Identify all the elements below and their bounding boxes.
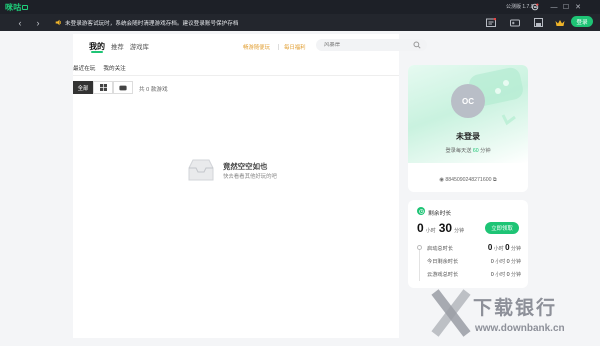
filter-all[interactable]: 全部 bbox=[73, 81, 93, 94]
desc-minutes: 60 bbox=[472, 148, 479, 154]
window-controls: — ☐ ✕ bbox=[548, 0, 584, 14]
close-button[interactable]: ✕ bbox=[572, 0, 584, 14]
claim-button[interactable]: 立即领取 bbox=[485, 222, 519, 234]
search-box[interactable] bbox=[316, 39, 427, 51]
maximize-button[interactable]: ☐ bbox=[560, 0, 572, 14]
forward-button[interactable]: › bbox=[32, 14, 44, 31]
empty-subtitle: 快去看看其他好玩的吧 bbox=[223, 174, 277, 180]
message-icon[interactable] bbox=[485, 17, 497, 28]
tab-library[interactable]: 游戏库 bbox=[130, 42, 149, 51]
filter-console-icon[interactable] bbox=[113, 81, 133, 94]
crown-icon[interactable] bbox=[554, 17, 566, 28]
search-input[interactable] bbox=[324, 42, 404, 48]
watermark-text: 下载银行 bbox=[473, 298, 558, 319]
avatar[interactable]: OC bbox=[451, 84, 485, 118]
gamepad-icon[interactable] bbox=[509, 17, 521, 28]
minutes-unit: 分钟 bbox=[454, 228, 465, 234]
watermark-url: www.downbank.cn bbox=[475, 323, 565, 334]
desc-prefix: 登录每天送 bbox=[445, 148, 472, 154]
time-row-total: 启动总时长 0 小时 0 分钟 bbox=[427, 243, 521, 252]
tab-mine-label: 我的 bbox=[89, 42, 105, 51]
user-id-text: 8845090248271600 bbox=[445, 177, 492, 183]
watermark-logo-icon bbox=[431, 289, 471, 337]
subtab-recent[interactable]: 最近在玩 bbox=[73, 64, 95, 72]
tab-recommend[interactable]: 推荐 bbox=[111, 42, 124, 51]
tab-mine[interactable]: 我的 bbox=[89, 41, 105, 53]
empty-box-icon bbox=[188, 159, 214, 181]
game-count: 共 0 款游戏 bbox=[139, 87, 168, 93]
logo-box-icon bbox=[22, 4, 29, 10]
time-card: 剩余时长 0 小时 30 分钟 立即领取 启动总时长 0 小时 0 分钟 今日剩… bbox=[408, 200, 528, 288]
remaining-hours: 0 bbox=[417, 221, 424, 235]
app-logo: 咪咕 bbox=[5, 2, 29, 13]
remaining-minutes: 30 bbox=[438, 221, 453, 235]
row-value: 0 小时 0 分钟 bbox=[487, 243, 521, 252]
speaker-icon bbox=[55, 19, 62, 26]
remaining-time: 0 小时 30 分钟 bbox=[417, 221, 467, 235]
app-logo-text: 咪咕 bbox=[5, 2, 22, 12]
profile-desc: 登录每天送 60 分钟 bbox=[408, 147, 528, 154]
promo-divider bbox=[278, 44, 279, 50]
save-icon[interactable] bbox=[532, 17, 544, 28]
timeline-dot bbox=[417, 245, 422, 250]
id-icon: ◉ bbox=[439, 177, 444, 183]
sub-tabs: 最近在玩 我的关注 bbox=[73, 62, 399, 74]
my-games-panel: 我的 推荐 游戏库 畅游随便玩 每日福利 最近在玩 我的关注 全部 共 bbox=[73, 34, 427, 338]
time-row-today: 今日剩余时长 0 小时 0 分钟 bbox=[427, 258, 521, 265]
tab-active-indicator bbox=[91, 51, 103, 53]
minimize-button[interactable]: — bbox=[548, 0, 560, 14]
time-row-cloud: 云游戏总时长 0 小时 0 分钟 bbox=[427, 271, 521, 278]
row-value: 0 小时 0 分钟 bbox=[490, 259, 521, 265]
empty-title: 竟然空空如也 bbox=[223, 162, 268, 171]
copy-icon[interactable]: ⧉ bbox=[493, 177, 497, 183]
row-label: 启动总时长 bbox=[427, 246, 453, 252]
platform-filter: 全部 bbox=[73, 81, 133, 94]
row-value: 0 小时 0 分钟 bbox=[490, 272, 521, 278]
search-icon[interactable] bbox=[413, 41, 421, 49]
settings-icon[interactable] bbox=[530, 2, 540, 12]
login-button[interactable]: 登录 bbox=[571, 16, 593, 27]
app-window: 咪咕 公测版 1.7.0.1 — ☐ ✕ ‹ › 未登录游客试玩时，系统会随时清… bbox=[0, 0, 600, 346]
filter-windows-icon[interactable] bbox=[93, 81, 113, 94]
profile-card: OC 未登录 登录每天送 60 分钟 ◉ 8845090248271600 ⧉ bbox=[408, 65, 528, 192]
row-label: 云游戏总时长 bbox=[427, 272, 459, 278]
notice-text: 未登录游客试玩时，系统会随时清理游戏存档。建议登录账号保护存档 bbox=[65, 20, 239, 27]
desc-suffix: 分钟 bbox=[480, 148, 491, 154]
timeline-line bbox=[419, 248, 420, 281]
promo-link-welfare[interactable]: 每日福利 bbox=[284, 43, 306, 51]
user-id: ◉ 8845090248271600 ⧉ bbox=[408, 177, 528, 184]
divider bbox=[73, 75, 399, 76]
hours-unit: 小时 bbox=[425, 228, 436, 234]
promo-link-play[interactable]: 畅游随便玩 bbox=[243, 43, 270, 51]
clock-icon bbox=[417, 207, 425, 215]
subtab-following[interactable]: 我的关注 bbox=[103, 64, 125, 72]
profile-name[interactable]: 未登录 bbox=[408, 131, 528, 142]
row-label: 今日剩余时长 bbox=[427, 259, 459, 265]
time-title: 剩余时长 bbox=[428, 211, 452, 217]
back-button[interactable]: ‹ bbox=[14, 14, 26, 31]
notice-bar: 未登录游客试玩时，系统会随时清理游戏存档。建议登录账号保护存档 bbox=[55, 18, 238, 27]
